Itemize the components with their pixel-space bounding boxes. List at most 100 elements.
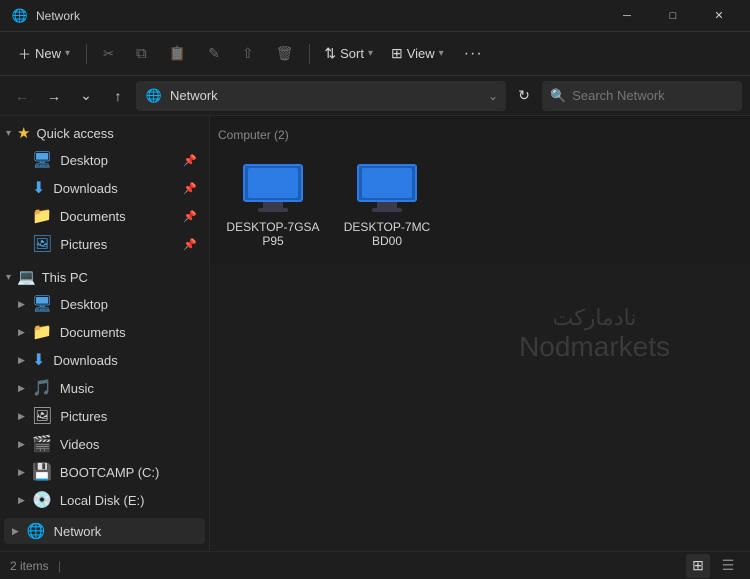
sort-label: Sort	[340, 46, 364, 61]
close-button[interactable]: ✕	[696, 0, 742, 32]
view-chevron-icon: ▾	[439, 48, 444, 59]
pin-icon-4: 📌	[183, 238, 197, 251]
new-chevron-icon: ▾	[65, 48, 70, 59]
monitor-screen-2	[362, 168, 412, 198]
address-text: Network	[170, 88, 482, 103]
watermark: نادمارکت Nodmarkets	[519, 305, 670, 363]
file-grid: DESKTOP-7GSAP95 DESKTOP-7MCBD00	[218, 156, 742, 256]
documents-pc-icon: 📁	[32, 322, 52, 342]
statusbar-count: 2 items |	[10, 559, 61, 573]
sort-icon: ⇅	[324, 45, 336, 62]
music-icon: 🎵	[32, 378, 52, 398]
quick-access-chevron-icon: ▾	[6, 128, 11, 139]
expand-arrow-icon-2: ▶	[18, 327, 25, 338]
thispc-chevron-icon: ▾	[6, 272, 11, 283]
sidebar-item-downloads-pc[interactable]: ▶ ⬇ Downloads	[4, 346, 205, 374]
sidebar-item-music-pc[interactable]: ▶ 🎵 Music	[4, 374, 205, 402]
expand-arrow-icon-6: ▶	[18, 439, 25, 450]
monitor-screen-1	[248, 168, 298, 198]
sidebar-item-pictures-quick[interactable]: 🖼 Pictures 📌	[4, 230, 205, 258]
view-icon: ⊞	[391, 45, 403, 62]
section-label: Computer (2)	[218, 124, 742, 146]
forward-button[interactable]: →	[40, 82, 68, 110]
sort-dropdown[interactable]: ⇅ Sort ▾	[316, 38, 381, 70]
desktop-icon: 🖥	[32, 150, 52, 170]
sidebar-item-desktop-pc[interactable]: ▶ 🖥 Desktop	[4, 290, 205, 318]
titlebar-controls: ─ □ ✕	[604, 0, 742, 32]
main-layout: ▾ ★ Quick access 🖥 Desktop 📌 ⬇ Downloads…	[0, 116, 750, 551]
thispc-label: This PC	[42, 270, 88, 285]
sidebar-item-pictures-pc[interactable]: ▶ 🖼 Pictures	[4, 402, 205, 430]
monitor-base-2	[372, 208, 402, 212]
sidebar-item-localdisk[interactable]: ▶ 💿 Local Disk (E:)	[4, 486, 205, 514]
share-icon: ⇧	[242, 45, 254, 62]
titlebar-title: Network	[36, 9, 80, 23]
titlebar-icon: 🌐	[12, 8, 28, 24]
back-button[interactable]: ←	[8, 82, 36, 110]
toolbar-separator-2	[309, 44, 310, 64]
up-button[interactable]: ↑	[104, 82, 132, 110]
sidebar-item-network[interactable]: ▶ 🌐 Network	[4, 518, 205, 544]
bootcamp-icon: 💾	[32, 462, 52, 482]
downloads-pc-icon: ⬇	[32, 350, 45, 370]
monitor-body-1	[243, 164, 303, 202]
delete-button[interactable]: 🗑	[266, 38, 304, 70]
sidebar-item-downloads-quick[interactable]: ⬇ Downloads 📌	[4, 174, 205, 202]
pictures-icon: 🖼	[32, 234, 52, 254]
sidebar-item-bootcamp[interactable]: ▶ 💾 BOOTCAMP (C:)	[4, 458, 205, 486]
pin-icon: 📌	[183, 154, 197, 167]
sort-chevron-icon: ▾	[368, 48, 373, 59]
toolbar: ＋ New ▾ ✂ ⧉ 📋 ✎ ⇧ 🗑 ⇅ Sort ▾ ⊞ View ▾ ··…	[0, 32, 750, 76]
grid-view-button[interactable]: ⊞	[686, 554, 710, 578]
watermark-latin: Nodmarkets	[519, 331, 670, 363]
search-input[interactable]	[572, 88, 712, 103]
copy-button[interactable]: ⧉	[126, 38, 157, 70]
cut-icon: ✂	[103, 46, 114, 62]
paste-button[interactable]: 📋	[159, 38, 196, 70]
expand-button[interactable]: ⌄	[72, 82, 100, 110]
sidebar-pictures-label: Pictures	[60, 237, 107, 252]
new-button[interactable]: ＋ New ▾	[8, 38, 80, 70]
view-dropdown[interactable]: ⊞ View ▾	[383, 38, 452, 70]
thispc-header[interactable]: ▾ 💻 This PC	[0, 264, 209, 290]
item-count-label: 2 items	[10, 559, 49, 573]
search-box[interactable]: 🔍	[542, 81, 742, 111]
view-label: View	[407, 46, 435, 61]
documents-icon: 📁	[32, 206, 52, 226]
share-button[interactable]: ⇧	[232, 38, 264, 70]
network-icon: 🌐	[27, 522, 46, 540]
rename-button[interactable]: ✎	[198, 38, 230, 70]
thispc-icon: 💻	[17, 268, 36, 286]
toolbar-separator-1	[86, 44, 87, 64]
expand-arrow-icon-4: ▶	[18, 383, 25, 394]
quick-access-star-icon: ★	[17, 124, 30, 142]
minimize-button[interactable]: ─	[604, 0, 650, 32]
expand-arrow-icon-8: ▶	[18, 495, 25, 506]
rename-icon: ✎	[208, 45, 220, 62]
cut-button[interactable]: ✂	[93, 38, 124, 70]
sidebar-item-desktop-quick[interactable]: 🖥 Desktop 📌	[4, 146, 205, 174]
sidebar-desktop-label: Desktop	[60, 153, 108, 168]
maximize-button[interactable]: □	[650, 0, 696, 32]
delete-icon: 🗑	[276, 45, 294, 62]
quick-access-header[interactable]: ▾ ★ Quick access	[0, 120, 209, 146]
address-chevron-icon[interactable]: ⌄	[488, 89, 498, 103]
pin-icon-3: 📌	[183, 210, 197, 223]
more-button[interactable]: ···	[454, 38, 493, 70]
sidebar: ▾ ★ Quick access 🖥 Desktop 📌 ⬇ Downloads…	[0, 116, 210, 551]
refresh-button[interactable]: ↻	[510, 82, 538, 110]
sidebar-item-videos-pc[interactable]: ▶ 🎬 Videos	[4, 430, 205, 458]
copy-icon: ⧉	[136, 45, 147, 62]
computer-item-2[interactable]: DESKTOP-7MCBD00	[332, 156, 442, 256]
titlebar: 🌐 Network ─ □ ✕	[0, 0, 750, 32]
computer-item-1[interactable]: DESKTOP-7GSAP95	[218, 156, 328, 256]
pictures-pc-icon: 🖼	[32, 406, 52, 426]
sidebar-item-documents-pc[interactable]: ▶ 📁 Documents	[4, 318, 205, 346]
statusbar-separator: |	[58, 559, 61, 573]
localdisk-icon: 💿	[32, 490, 52, 510]
sidebar-item-documents-quick[interactable]: 📁 Documents 📌	[4, 202, 205, 230]
addressbar: ← → ⌄ ↑ 🌐 Network ⌄ ↻ 🔍	[0, 76, 750, 116]
list-view-button[interactable]: ☰	[716, 554, 740, 578]
address-box[interactable]: 🌐 Network ⌄	[136, 81, 506, 111]
new-label: New	[35, 46, 61, 61]
